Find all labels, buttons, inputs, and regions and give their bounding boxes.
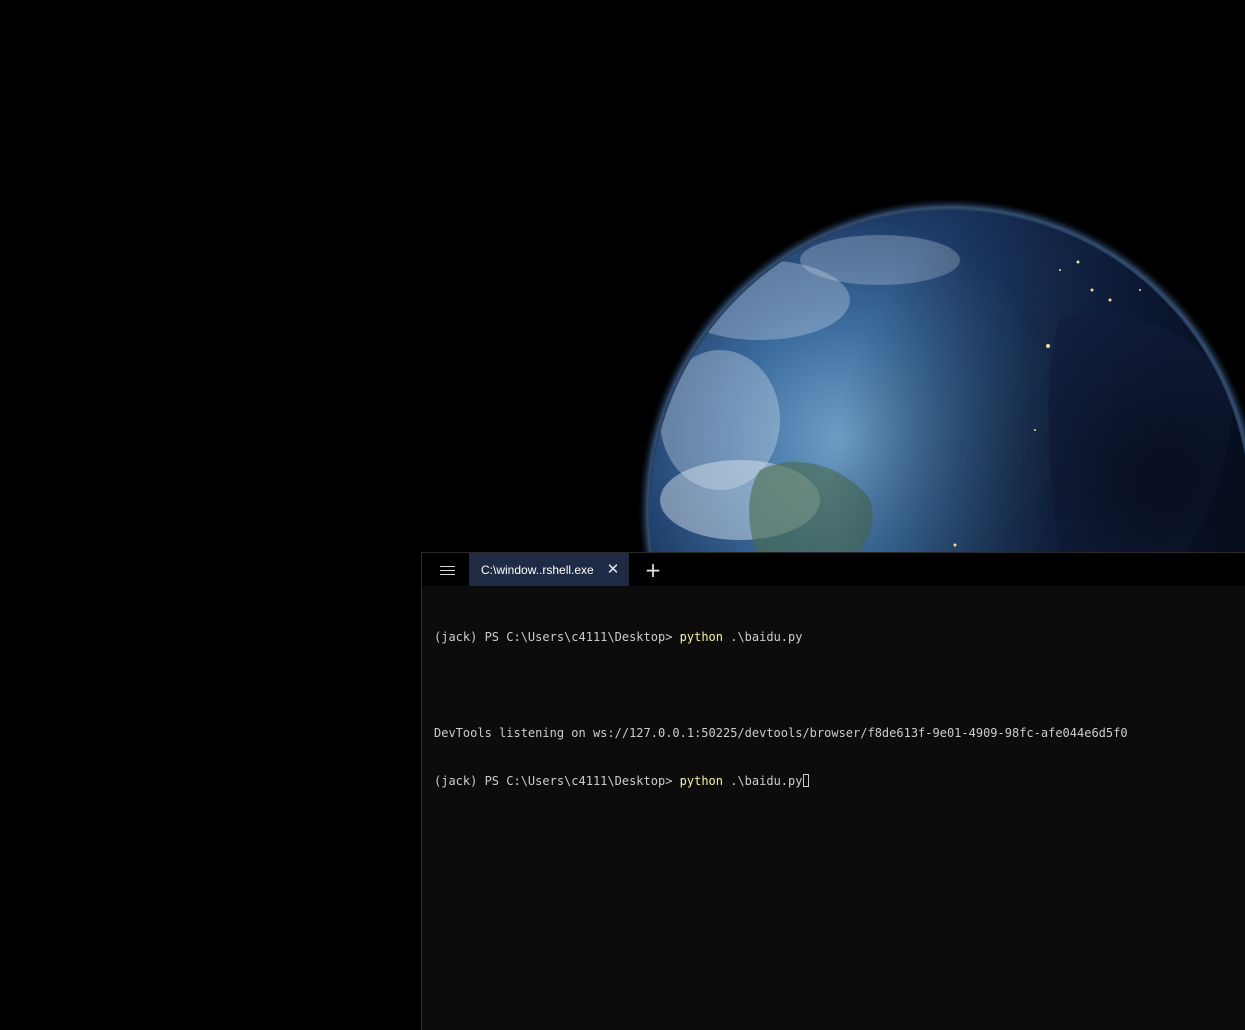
console-line: (jack) PS C:\Users\c4111\Desktop> python… [434, 773, 1237, 789]
terminal-output[interactable]: (jack) PS C:\Users\c4111\Desktop> python… [434, 597, 1237, 1022]
text-cursor [803, 774, 810, 787]
command-text: python [679, 630, 723, 644]
tab-powershell[interactable]: C:\window..rshell.exe ✕ [469, 553, 629, 586]
terminal-window[interactable]: C:\window..rshell.exe ✕ + (jack) PS C:\U… [421, 552, 1245, 1030]
command-args: .\baidu.py [723, 774, 803, 788]
close-icon[interactable]: ✕ [605, 561, 621, 577]
hamburger-menu-icon[interactable] [432, 557, 462, 583]
console-line: (jack) PS C:\Users\c4111\Desktop> python… [434, 629, 1237, 645]
prompt-text: (jack) PS C:\Users\c4111\Desktop> [434, 630, 680, 644]
output-text: DevTools listening on ws://127.0.0.1:502… [434, 726, 1128, 740]
menu-bar [439, 565, 455, 567]
menu-bar [439, 569, 455, 571]
terminal-titlebar: C:\window..rshell.exe ✕ + [422, 553, 1245, 586]
new-tab-button[interactable]: + [641, 558, 665, 582]
menu-bar [439, 573, 455, 575]
command-args: .\baidu.py [723, 630, 803, 644]
command-text: python [679, 774, 723, 788]
console-line: DevTools listening on ws://127.0.0.1:502… [434, 725, 1237, 741]
prompt-text: (jack) PS C:\Users\c4111\Desktop> [434, 774, 680, 788]
tab-title: C:\window..rshell.exe [481, 562, 594, 577]
